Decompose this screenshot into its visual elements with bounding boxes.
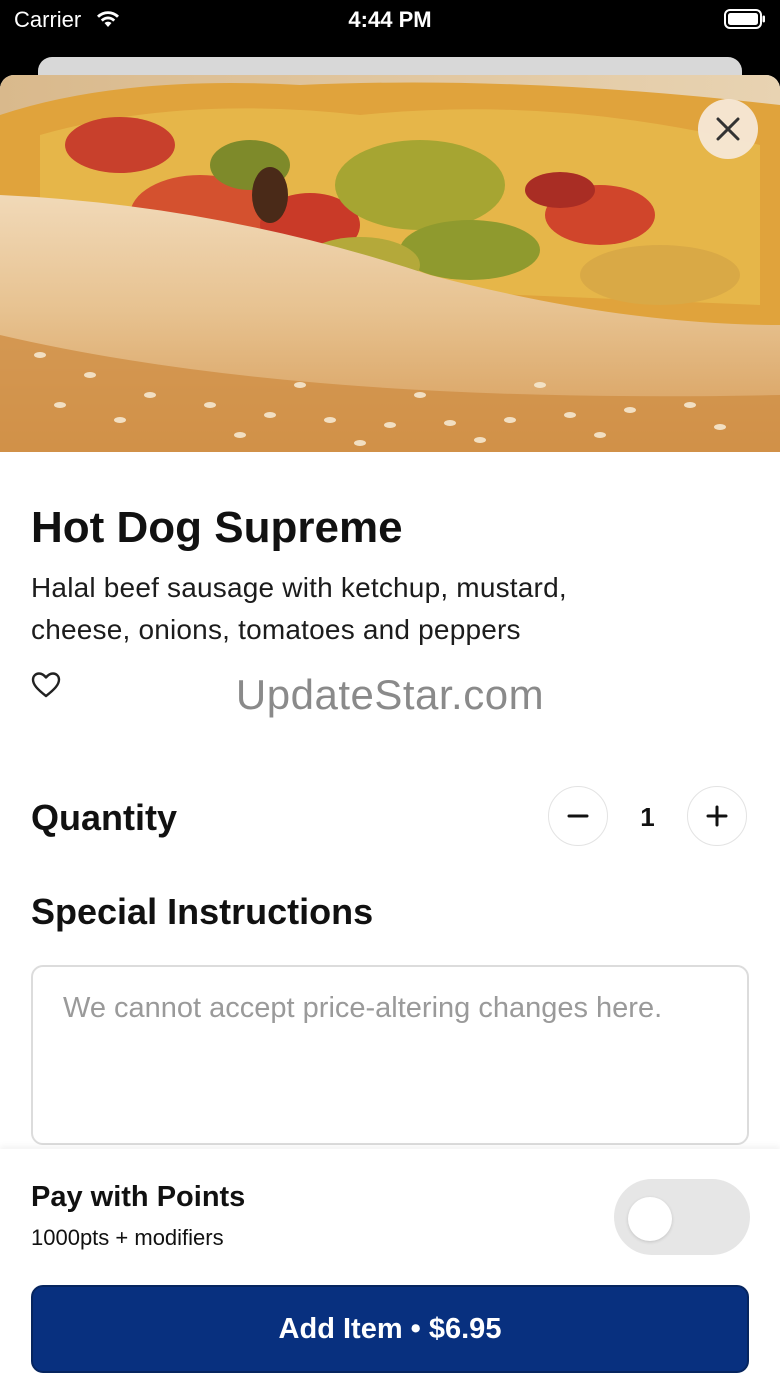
item-title: Hot Dog Supreme — [31, 503, 403, 552]
quantity-value: 1 — [640, 802, 655, 832]
special-instructions-placeholder: We cannot accept price-altering changes … — [63, 992, 663, 1024]
quantity-increment-button[interactable] — [687, 786, 747, 846]
watermark: UpdateStar.com — [235, 671, 545, 718]
item-description: Halal beef sausage with ketchup, mustard… — [31, 572, 567, 645]
plus-icon — [706, 805, 728, 827]
quantity-label: Quantity — [31, 797, 178, 838]
screen: Carrier 4:44 PM Hot Dog Supreme Halal be… — [0, 0, 780, 1387]
battery-icon — [724, 9, 765, 29]
status-time: 4:44 PM — [348, 7, 432, 32]
pay-with-points-label: Pay with Points — [31, 1181, 246, 1213]
close-button[interactable] — [698, 99, 758, 159]
item-detail-sheet: Hot Dog Supreme Halal beef sausage with … — [0, 75, 780, 1387]
toggle-knob — [628, 1197, 672, 1241]
special-instructions-label: Special Instructions — [31, 891, 374, 932]
status-bar: Carrier 4:44 PM — [0, 0, 780, 40]
close-icon — [716, 117, 740, 141]
pay-with-points-toggle[interactable] — [614, 1179, 750, 1255]
quantity-decrement-button[interactable] — [548, 786, 608, 846]
footer-bar: Pay with Points 1000pts + modifiers Add … — [0, 1149, 780, 1387]
pay-with-points-subtitle: 1000pts + modifiers — [31, 1225, 224, 1250]
minus-icon — [567, 814, 589, 818]
item-photo — [0, 75, 780, 452]
add-item-button-label: Add Item • $6.95 — [278, 1312, 502, 1345]
add-item-button[interactable]: Add Item • $6.95 — [31, 1285, 749, 1373]
special-instructions-input[interactable]: We cannot accept price-altering changes … — [31, 965, 749, 1145]
